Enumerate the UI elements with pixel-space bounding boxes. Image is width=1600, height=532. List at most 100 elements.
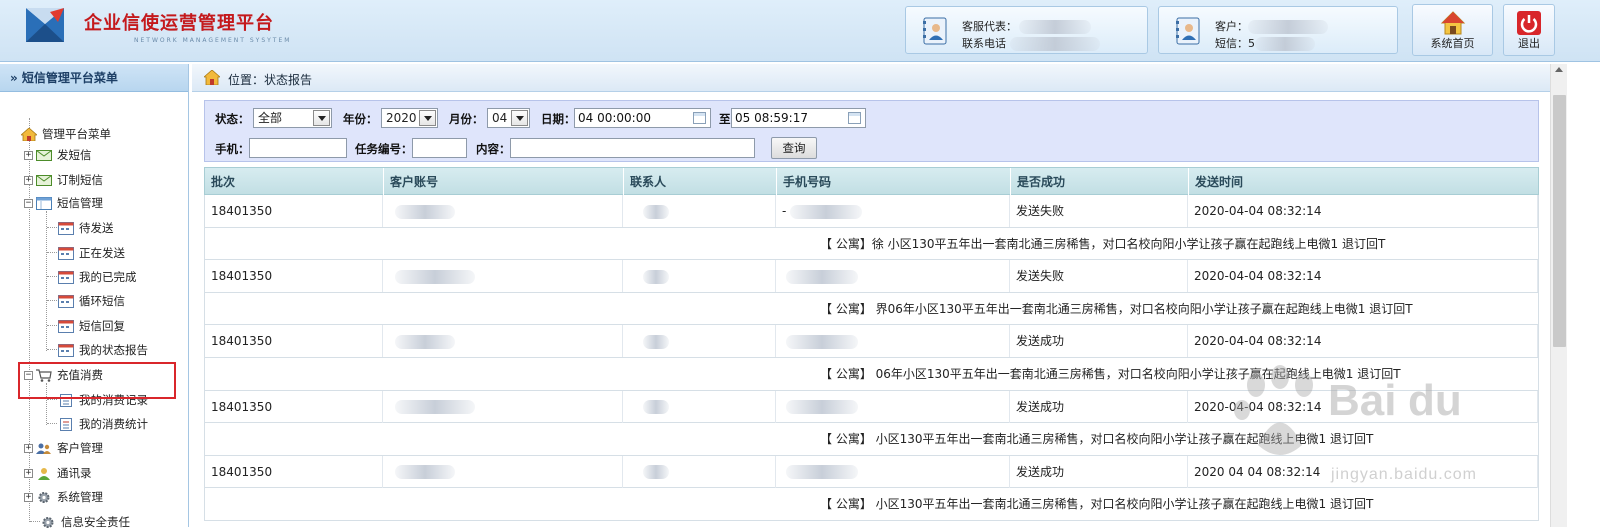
redacted-blur: [643, 269, 669, 284]
expand-toggle[interactable]: +: [24, 443, 33, 453]
column-header[interactable]: 发送时间: [1188, 168, 1538, 196]
tree-connector: [47, 325, 57, 326]
account-cell: [383, 325, 623, 358]
message-content: 【 公寓】徐 小区130平五年出一套南北通三房稀售，对口名校向阳小学让孩子赢在起…: [820, 236, 1386, 251]
phone-input[interactable]: [249, 138, 347, 158]
redacted-blur: [1248, 20, 1328, 34]
calendar-icon[interactable]: [693, 112, 706, 124]
message-content: 【 公寓】 06年小区130平五年出一套南北通三房稀售，对口名校向阳小学让孩子赢…: [820, 366, 1401, 381]
breadcrumb-text: 位置：状态报告: [228, 73, 313, 87]
redacted-blur: [1255, 37, 1315, 51]
sidebar-item-system-management[interactable]: + 系统管理: [24, 487, 103, 507]
app-subtitle: NETWORK MANAGEMENT SYSYTEM: [134, 37, 292, 44]
month-select[interactable]: 04: [487, 108, 530, 128]
table-row[interactable]: 18401350 发送失败 2020-04-04 08:32:14: [204, 260, 1539, 293]
redacted-blur: [786, 269, 858, 284]
sidebar-subitem-completed[interactable]: 我的已完成: [58, 267, 137, 287]
vertical-scrollbar[interactable]: [1550, 64, 1567, 527]
expand-toggle[interactable]: +: [24, 468, 33, 478]
sidebar-heading: » 短信管理平台菜单: [0, 64, 188, 92]
sidebar-subitem-replies[interactable]: 短信回复: [58, 316, 125, 336]
expand-toggle[interactable]: +: [24, 492, 33, 502]
column-header[interactable]: 是否成功: [1010, 168, 1188, 196]
table-row[interactable]: 18401350 - 发送失败 2020-04-04 08:32:14: [204, 195, 1539, 228]
contact-cell: [623, 260, 776, 293]
calendar-icon[interactable]: [848, 112, 861, 124]
query-button[interactable]: 查询: [771, 137, 817, 159]
table-row[interactable]: 18401350 发送成功 2020 04 04 08:32:14: [204, 455, 1539, 489]
redacted-blur: [643, 400, 669, 415]
status-select[interactable]: 全部: [253, 108, 332, 128]
sidebar-item-sms-management[interactable]: − 短信管理: [24, 193, 103, 213]
month-label: 月份：: [449, 112, 484, 126]
sidebar-item-label: 我的状态报告: [79, 343, 148, 357]
sidebar-item-contacts[interactable]: + 通讯录: [24, 463, 92, 483]
home-button[interactable]: 系统首页: [1412, 4, 1493, 56]
top-header: 企业信使运营管理平台 NETWORK MANAGEMENT SYSYTEM 客服…: [0, 0, 1600, 62]
sidebar-item-security-responsibility[interactable]: 信息安全责任: [40, 512, 130, 532]
status-cell: 发送失败: [1010, 260, 1188, 293]
redacted-blur: [790, 204, 863, 219]
sidebar-item-label: 发短信: [57, 148, 92, 162]
collapse-toggle[interactable]: −: [24, 198, 33, 208]
message-content-row: 【 公寓】 小区130平五年出一套南北通三房稀售，对口名校向阳小学让孩子赢在起跑…: [204, 488, 1539, 521]
column-header[interactable]: 批次: [205, 168, 383, 196]
date-to-input[interactable]: 05 08:59:17: [731, 108, 866, 128]
send-time-cell: 2020-04-04 08:32:14: [1188, 260, 1538, 293]
tree-connector: [47, 300, 57, 301]
task-number-input[interactable]: [412, 138, 467, 158]
calendar-icon: [58, 246, 74, 260]
sidebar-subitem-consumption-stats[interactable]: 我的消费统计: [58, 414, 148, 434]
date-label: 日期：: [541, 112, 576, 126]
tree-root[interactable]: 管理平台菜单: [21, 124, 111, 144]
tree-connector: [47, 399, 57, 400]
status-select-value: 全部: [258, 111, 283, 125]
phone-cell: -: [776, 195, 1010, 227]
contact-cell: [623, 455, 776, 488]
sidebar-item-label: 信息安全责任: [61, 515, 130, 529]
service-rep-label: 客服代表：: [962, 20, 1017, 33]
date-from-input[interactable]: 04 00:00:00: [574, 108, 711, 128]
sidebar-tree: 管理平台菜单 + 发短信 + 订制短信 − 短信管理 待发送 正在发送 我的已完…: [0, 92, 188, 529]
sidebar-item-customer-management[interactable]: + 客户管理: [24, 438, 103, 458]
account-cell: [383, 390, 623, 423]
year-select[interactable]: 2020: [381, 108, 438, 128]
logout-button-label: 退出: [1518, 37, 1540, 50]
table-body: 18401350- 发送失败 2020-04-04 08:32:14 【 公寓】徐 小…: [204, 195, 1539, 521]
column-header[interactable]: 客户账号: [383, 168, 623, 196]
table-row[interactable]: 18401350 发送成功 2020-04-04 08:32:14: [204, 390, 1539, 424]
send-time-cell: 2020-04-04 08:32:14: [1188, 325, 1538, 358]
tree-connector: [47, 349, 57, 350]
scroll-up-icon[interactable]: [1555, 67, 1563, 72]
expand-toggle[interactable]: +: [24, 175, 33, 185]
tree-connector: [30, 521, 40, 522]
logout-button[interactable]: 退出: [1503, 4, 1555, 56]
calendar-icon: [58, 221, 74, 235]
highlight-annotation: [18, 362, 176, 399]
sidebar-item-send-sms[interactable]: + 发短信: [24, 145, 92, 165]
task-number-label: 任务编号：: [355, 142, 413, 156]
table-row[interactable]: 18401350 发送成功 2020-04-04 08:32:14: [204, 325, 1539, 358]
column-header[interactable]: 联系人: [623, 168, 776, 196]
tree-connector: [47, 252, 57, 253]
content-input[interactable]: [510, 138, 755, 158]
service-phone-label: 联系电话: [962, 37, 1006, 50]
calendar-icon: [58, 270, 74, 284]
sidebar-subitem-sending[interactable]: 正在发送: [58, 243, 125, 263]
sidebar-subitem-recurring[interactable]: 循环短信: [58, 291, 125, 311]
sidebar-subitem-status-report[interactable]: 我的状态报告: [58, 340, 148, 360]
home-icon: [1440, 11, 1465, 35]
expand-toggle[interactable]: +: [24, 150, 33, 160]
home-icon: [204, 70, 220, 85]
calendar-icon: [58, 343, 74, 357]
redacted-blur: [786, 334, 858, 349]
sidebar-item-label: 通讯录: [57, 466, 92, 480]
column-header[interactable]: 手机号码: [776, 168, 1010, 196]
contact-cell: [623, 325, 776, 358]
status-label: 状态：: [215, 112, 250, 126]
sidebar-subitem-pending[interactable]: 待发送: [58, 218, 114, 238]
envelope-icon: [36, 149, 52, 161]
sidebar-item-custom-sms[interactable]: + 订制短信: [24, 170, 103, 190]
phone-label: 手机：: [215, 142, 250, 156]
scrollbar-thumb[interactable]: [1553, 95, 1566, 347]
